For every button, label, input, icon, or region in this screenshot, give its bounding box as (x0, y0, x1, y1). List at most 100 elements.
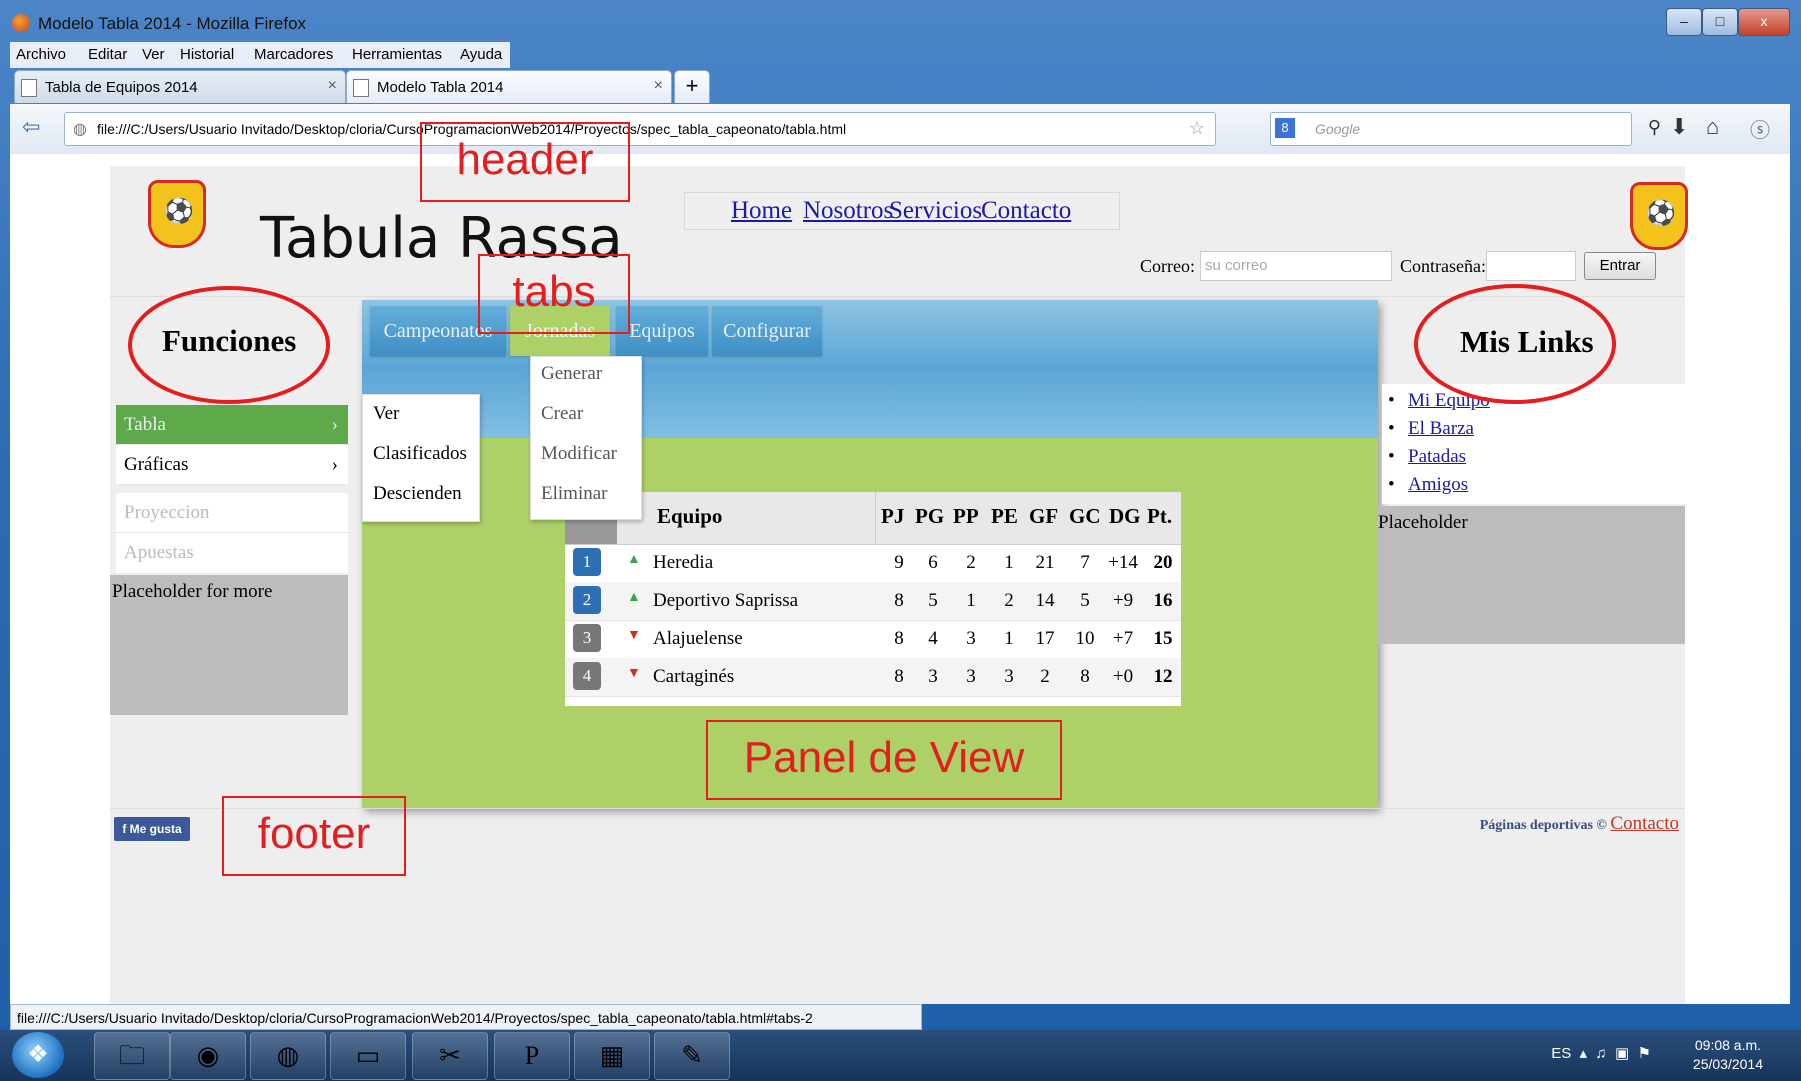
facebook-like-button[interactable]: f Me gusta (114, 817, 190, 841)
submenu-descienden[interactable]: Descienden (373, 483, 462, 505)
close-button[interactable]: x (1738, 8, 1790, 36)
team-name: Cartaginés (653, 666, 735, 687)
stat-dg: +0 (1112, 666, 1134, 687)
header-gf: GF (1029, 504, 1059, 528)
team-name: Deportivo Saprissa (653, 590, 799, 611)
annotation-panel: Panel de View (706, 720, 1062, 800)
browser-tab-equipos[interactable]: Tabla de Equipos 2014 × (14, 70, 346, 103)
header-pj: PJ (881, 504, 905, 528)
stat-gf: 17 (1035, 628, 1055, 649)
addon-icon[interactable]: ⓢ (1750, 114, 1770, 143)
paint-icon[interactable]: ✎ (654, 1032, 730, 1080)
standings-table: Equipo PJ PG PP PE GF GC DG Pt. 1 ▲ Heredi… (565, 492, 1181, 706)
stat-pp: 2 (966, 552, 976, 573)
stat-pg: 3 (928, 666, 938, 687)
back-icon[interactable]: ⇦ (22, 114, 40, 140)
chevron-right-icon: › (331, 454, 338, 475)
search-bar[interactable]: 8 Google ⚲ (1270, 112, 1661, 146)
sidebar-placeholder: Placeholder for more (110, 575, 348, 715)
annotation-footer: footer (222, 796, 406, 876)
nav-nosotros[interactable]: Nosotros (803, 197, 893, 225)
explorer-icon[interactable]: 🗀 (94, 1032, 170, 1080)
sidebar-item-label: Gráficas (124, 454, 189, 475)
image-editor-icon[interactable]: ▦ (574, 1032, 650, 1080)
footer-contact-link[interactable]: Contacto (1610, 813, 1679, 834)
dropdown-eliminar[interactable]: Eliminar (541, 483, 607, 505)
login-button[interactable]: Entrar (1584, 252, 1656, 280)
email-field[interactable]: su correo (1200, 251, 1392, 281)
dropdown-generar[interactable]: Generar (541, 363, 602, 385)
dropdown-crear[interactable]: Crear (541, 403, 583, 425)
link-amigos[interactable]: Amigos (1388, 474, 1468, 496)
stat-pe: 3 (1004, 666, 1014, 687)
dropdown-modificar[interactable]: Modificar (541, 443, 617, 465)
position-badge: 1 (573, 548, 601, 576)
submenu-clasificados[interactable]: Clasificados (373, 443, 467, 465)
stat-pj: 8 (894, 628, 904, 649)
nav-servicios[interactable]: Servicios (889, 197, 982, 225)
search-icon[interactable]: ⚲ (1648, 117, 1661, 138)
sidebar-item-graficas[interactable]: Gráficas › (116, 445, 348, 485)
clock-time: 09:08 a.m. (1694, 1037, 1762, 1053)
right-placeholder: Placeholder (1378, 506, 1685, 644)
clock[interactable]: 09:08 a.m. 25/03/2014 (1693, 1036, 1763, 1074)
team-name: Heredia (653, 552, 714, 573)
placeholder-text: Placeholder (1378, 512, 1468, 533)
menu-archivo[interactable]: Archivo (16, 46, 66, 63)
powerpoint-icon[interactable]: P (494, 1032, 570, 1080)
menu-ver[interactable]: Ver (142, 46, 165, 63)
header-dg: DG (1109, 504, 1141, 528)
menu-historial[interactable]: Historial (180, 46, 234, 63)
network-icon[interactable]: ▣ (1615, 1045, 1629, 1062)
console-icon[interactable]: ▭ (330, 1032, 406, 1080)
volume-icon[interactable]: ♫ (1595, 1045, 1606, 1062)
close-tab-icon[interactable]: × (654, 77, 663, 95)
menu-ayuda[interactable]: Ayuda (460, 46, 502, 63)
stat-pp: 1 (966, 590, 976, 611)
stat-pt: 20 (1153, 552, 1173, 573)
annotation-ring-funciones (128, 286, 330, 404)
browser-tab-modelo[interactable]: Modelo Tabla 2014 × (346, 70, 672, 103)
window-title: Modelo Tabla 2014 - Mozilla Firefox (38, 14, 307, 33)
stat-gf: 2 (1040, 666, 1050, 687)
trend-up-icon: ▲ (627, 552, 641, 567)
stat-gc: 8 (1080, 666, 1090, 687)
minimize-button[interactable]: – (1666, 8, 1702, 36)
password-field[interactable] (1486, 251, 1576, 281)
menu-marcadores[interactable]: Marcadores (254, 46, 333, 63)
header-pt: Pt. (1147, 504, 1173, 528)
start-button[interactable]: ❖ (12, 1032, 64, 1078)
snipping-icon[interactable]: ✂ (412, 1032, 488, 1080)
browser-tab-strip: Tabla de Equipos 2014 × Modelo Tabla 201… (10, 68, 1790, 104)
download-icon[interactable]: ⬇ (1670, 114, 1688, 140)
menu-editar[interactable]: Editar (88, 46, 127, 63)
firefox-taskbar-icon[interactable]: ◍ (250, 1032, 326, 1080)
flag-icon[interactable]: ⚑ (1638, 1045, 1651, 1062)
nav-contacto[interactable]: Contacto (981, 197, 1071, 225)
jornadas-dropdown: Generar Crear Modificar Eliminar (530, 356, 642, 520)
submenu-ver[interactable]: Ver (373, 403, 399, 425)
maximize-button[interactable]: □ (1702, 8, 1738, 36)
password-label: Contraseña: (1400, 256, 1486, 276)
trend-down-icon: ▼ (627, 628, 641, 643)
link-el-barza[interactable]: El Barza (1388, 418, 1474, 440)
team-logo-icon (148, 180, 206, 248)
stat-pe: 1 (1004, 628, 1014, 649)
star-icon[interactable]: ☆ (1189, 118, 1205, 139)
globe-icon: ◍ (73, 121, 87, 138)
new-tab-button[interactable]: + (674, 70, 710, 103)
chrome-icon[interactable]: ◉ (170, 1032, 246, 1080)
tab-configurar[interactable]: Configurar (712, 306, 822, 356)
home-icon[interactable]: ⌂ (1706, 114, 1719, 140)
language-indicator[interactable]: ES (1551, 1045, 1571, 1062)
table-row: 1 ▲ Heredia 9 6 2 1 21 7 +14 20 (565, 544, 1181, 583)
sidebar-item-tabla[interactable]: Tabla › (116, 405, 348, 445)
menu-bar: Archivo Editar Ver Historial Marcadores … (10, 42, 510, 68)
nav-home[interactable]: Home (731, 197, 792, 225)
url-bar[interactable]: ◍ file:///C:/Users/Usuario Invitado/Desk… (64, 112, 1216, 146)
credit-text: Páginas deportivas © (1479, 818, 1607, 833)
menu-herramientas[interactable]: Herramientas (352, 46, 442, 63)
stat-gc: 5 (1080, 590, 1090, 611)
close-tab-icon[interactable]: × (328, 77, 337, 95)
link-patadas[interactable]: Patadas (1388, 446, 1466, 468)
